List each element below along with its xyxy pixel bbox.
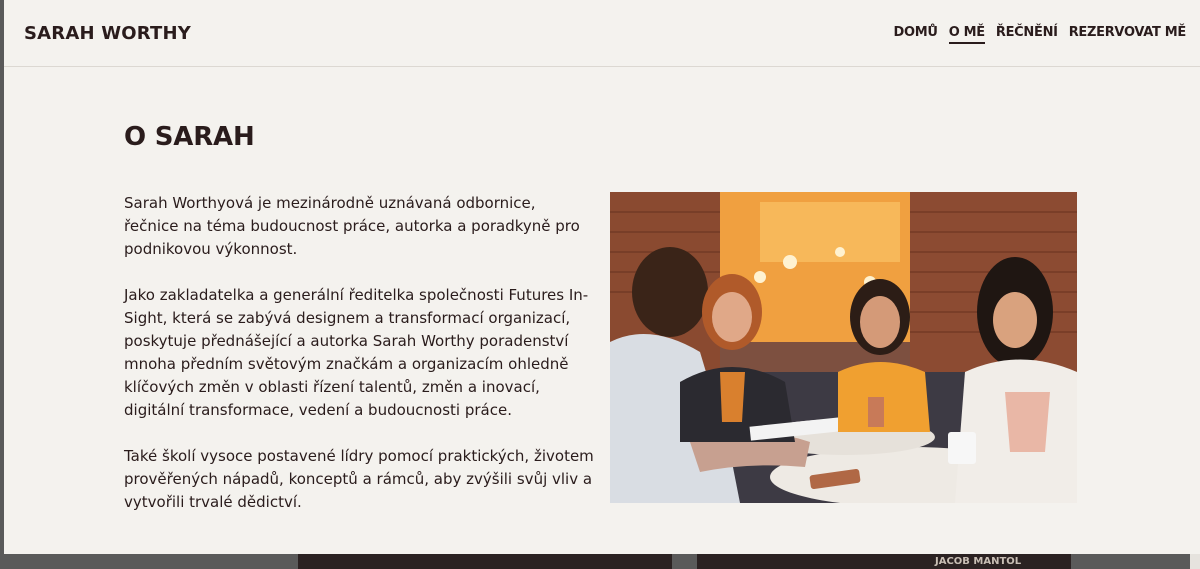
nav-item-home[interactable]: DOMŮ: [894, 25, 938, 44]
about-photo: [610, 192, 1077, 503]
page-title: O SARAH: [124, 122, 255, 152]
about-paragraph-3: Také školí vysoce postavené lídry pomocí…: [124, 447, 594, 511]
section-preview-label: JACOB MANTOL: [935, 556, 1022, 567]
about-text: Sarah Worthyová je mezinárodně uznávaná …: [124, 192, 594, 537]
section-preview-left: [298, 554, 672, 569]
nav-item-speaking[interactable]: ŘEČNĚNÍ: [996, 25, 1058, 44]
site-logo[interactable]: SARAH WORTHY: [24, 23, 191, 44]
edge-strip: [1190, 554, 1200, 569]
nav-item-about[interactable]: O MĚ: [948, 25, 985, 44]
about-paragraph-2: Jako zakladatelka a generální ředitelka …: [124, 286, 589, 419]
site-header: SARAH WORTHY DOMŮ O MĚ ŘEČNĚNÍ REZERVOVA…: [4, 0, 1200, 67]
nav-item-book-me[interactable]: REZERVOVAT MĚ: [1069, 25, 1187, 44]
about-paragraph-1: Sarah Worthyová je mezinárodně uznávaná …: [124, 194, 580, 258]
main-nav: DOMŮ O MĚ ŘEČNĚNÍ REZERVOVAT MĚ: [883, 25, 1186, 44]
